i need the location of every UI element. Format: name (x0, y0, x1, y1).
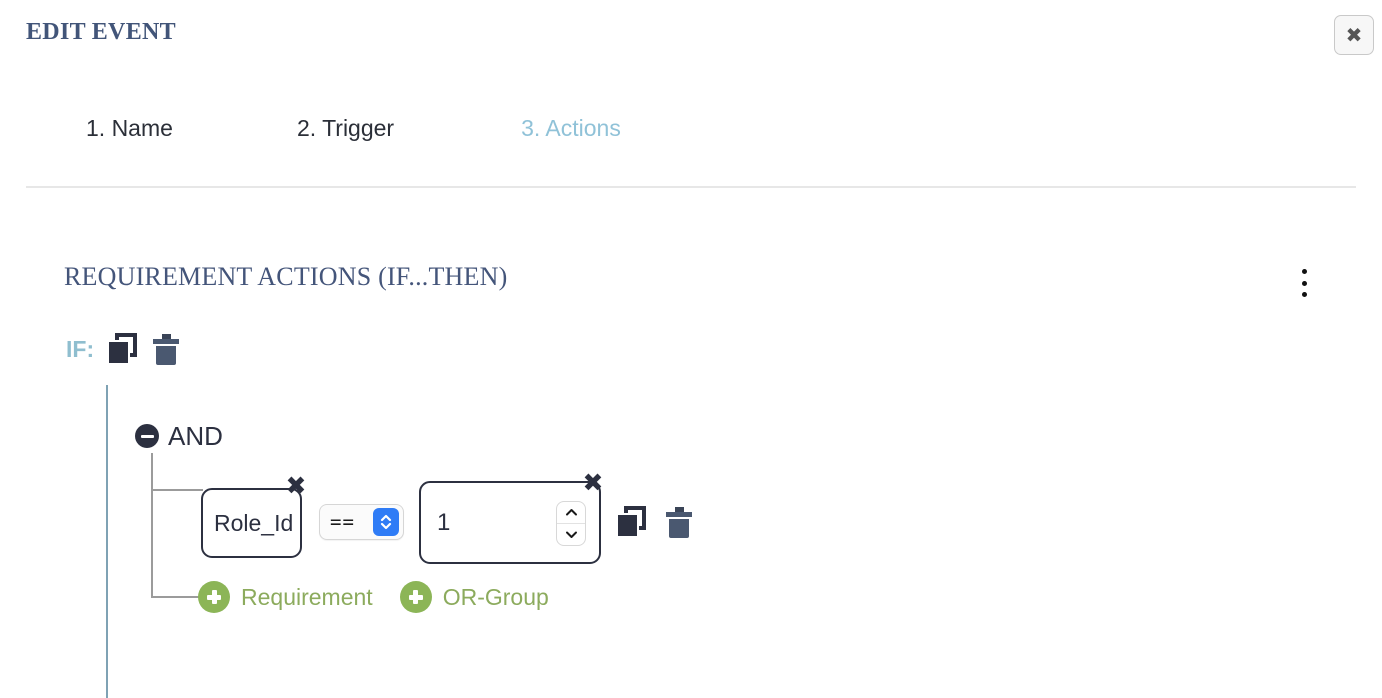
page-title: EDIT EVENT (26, 19, 176, 45)
stepper-down-icon[interactable] (557, 524, 585, 545)
and-operator-label: AND (168, 421, 223, 451)
copy-icon[interactable] (616, 506, 646, 538)
remove-field-icon[interactable]: ✖ (283, 472, 309, 498)
kebab-menu-icon[interactable] (1295, 266, 1313, 300)
branch-connector-add (151, 596, 203, 598)
number-stepper[interactable] (556, 501, 586, 546)
comparator-value: == (330, 510, 355, 533)
close-button[interactable]: ✖ (1334, 15, 1374, 55)
add-requirement-label: Requirement (241, 583, 373, 610)
and-group-row: AND (135, 423, 223, 449)
group-spine (151, 453, 153, 597)
add-or-group-label: OR-Group (442, 583, 549, 610)
tab-actions[interactable]: 3. Actions (521, 115, 621, 142)
comparator-select[interactable]: == (319, 504, 404, 540)
copy-icon[interactable] (107, 333, 138, 365)
kebab-dot (1301, 280, 1307, 286)
tab-trigger[interactable]: 2. Trigger (297, 115, 394, 142)
if-block-spine (106, 385, 108, 698)
close-icon: ✖ (1345, 23, 1363, 47)
branch-connector-requirement (151, 489, 203, 491)
add-links: Requirement OR-Group (198, 581, 576, 613)
kebab-dot (1301, 269, 1307, 274)
requirement-field-input[interactable] (214, 509, 300, 537)
header-divider (26, 186, 1356, 188)
if-row: IF: (66, 333, 180, 365)
stepper-up-icon[interactable] (557, 502, 585, 524)
plus-circle-icon (399, 581, 432, 613)
add-or-group-button[interactable]: OR-Group (399, 581, 549, 613)
minus-circle-icon[interactable] (135, 424, 159, 448)
plus-circle-icon (198, 581, 230, 613)
tab-name[interactable]: 1. Name (86, 115, 173, 142)
section-title: REQUIREMENT ACTIONS (IF...THEN) (64, 262, 508, 291)
trash-icon[interactable] (153, 333, 180, 365)
chevron-updown-icon (373, 508, 399, 536)
remove-value-icon[interactable]: ✖ (580, 469, 606, 495)
if-label: IF: (66, 335, 95, 362)
kebab-dot (1301, 292, 1307, 297)
add-requirement-button[interactable]: Requirement (198, 581, 373, 613)
requirement-row-actions (616, 506, 692, 538)
trash-icon[interactable] (666, 506, 692, 538)
wizard-tabs: 1. Name 2. Trigger 3. Actions (26, 115, 621, 142)
